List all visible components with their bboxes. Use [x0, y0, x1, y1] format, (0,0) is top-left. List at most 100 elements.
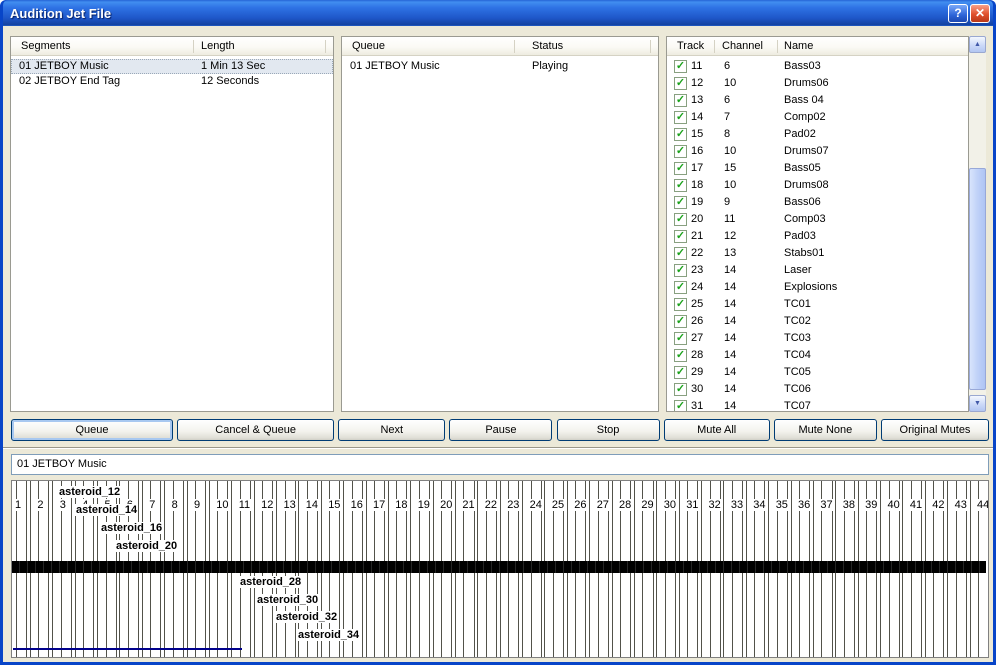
next-button[interactable]: Next [338, 419, 445, 441]
track-column-header[interactable]: Track [677, 40, 704, 52]
track-mute-checkbox[interactable]: ✓ [674, 213, 687, 226]
track-row[interactable]: ✓158Pad02 [667, 126, 968, 143]
measure-number: 28 [618, 499, 632, 511]
track-mute-checkbox[interactable]: ✓ [674, 349, 687, 362]
measure-number: 38 [842, 499, 856, 511]
cancel-queue-button[interactable]: Cancel & Queue [177, 419, 334, 441]
track-number: 23 [691, 262, 703, 279]
segment-row[interactable]: 02 JETBOY End Tag12 Seconds [11, 74, 333, 89]
track-row[interactable]: ✓2112Pad03 [667, 228, 968, 245]
original-mutes-button[interactable]: Original Mutes [881, 419, 989, 441]
track-row[interactable]: ✓2514TC01 [667, 296, 968, 313]
track-mute-checkbox[interactable]: ✓ [674, 60, 687, 73]
status-column-header[interactable]: Status [532, 40, 563, 52]
segment-row[interactable]: 01 JETBOY Music1 Min 13 Sec [11, 59, 333, 74]
measure-number: 16 [350, 499, 364, 511]
track-row[interactable]: ✓2814TC04 [667, 347, 968, 364]
track-mute-checkbox[interactable]: ✓ [674, 383, 687, 396]
close-button[interactable]: ✕ [970, 4, 990, 23]
track-mute-checkbox[interactable]: ✓ [674, 332, 687, 345]
measure-number: 17 [372, 499, 386, 511]
track-row[interactable]: ✓147Comp02 [667, 109, 968, 126]
measure-number: 34 [752, 499, 766, 511]
track-number: 11 [691, 58, 702, 75]
track-row[interactable]: ✓199Bass06 [667, 194, 968, 211]
header-separator [193, 40, 194, 53]
segments-panel-header: Segments Length [11, 37, 333, 56]
queue-button[interactable]: Queue [11, 419, 173, 441]
track-mute-checkbox[interactable]: ✓ [674, 111, 687, 124]
track-mute-checkbox[interactable]: ✓ [674, 162, 687, 175]
scrollbar-thumb[interactable] [969, 168, 986, 390]
track-mute-checkbox[interactable]: ✓ [674, 179, 687, 192]
track-channel: 10 [724, 143, 736, 160]
track-number: 31 [691, 398, 703, 411]
track-mute-checkbox[interactable]: ✓ [674, 366, 687, 379]
track-row[interactable]: ✓3114TC07 [667, 398, 968, 411]
track-row[interactable]: ✓1210Drums06 [667, 75, 968, 92]
track-row[interactable]: ✓116Bass03 [667, 58, 968, 75]
track-mute-checkbox[interactable]: ✓ [674, 196, 687, 209]
queue-list: 01 JETBOY MusicPlaying [342, 57, 658, 411]
track-row[interactable]: ✓1715Bass05 [667, 160, 968, 177]
track-row[interactable]: ✓3014TC06 [667, 381, 968, 398]
measure-number: 36 [797, 499, 811, 511]
track-row[interactable]: ✓2914TC05 [667, 364, 968, 381]
track-row[interactable]: ✓2011Comp03 [667, 211, 968, 228]
measure-number: 41 [909, 499, 923, 511]
length-column-header[interactable]: Length [201, 40, 235, 52]
mute-none-button[interactable]: Mute None [774, 419, 877, 441]
track-row[interactable]: ✓136Bass 04 [667, 92, 968, 109]
window-title: Audition Jet File [3, 6, 111, 21]
current-segment-text: 01 JETBOY Music [17, 458, 107, 470]
measure-number: 15 [327, 499, 341, 511]
track-row[interactable]: ✓2714TC03 [667, 330, 968, 347]
mute-all-button[interactable]: Mute All [664, 419, 770, 441]
scrollbar-track[interactable] [969, 53, 986, 395]
track-mute-checkbox[interactable]: ✓ [674, 145, 687, 158]
track-mute-checkbox[interactable]: ✓ [674, 281, 687, 294]
track-mute-checkbox[interactable]: ✓ [674, 77, 687, 90]
stop-button[interactable]: Stop [557, 419, 660, 441]
track-number: 16 [691, 143, 703, 160]
tracks-panel: Track Channel Name ✓116Bass03✓1210Drums0… [666, 36, 969, 412]
track-row[interactable]: ✓1810Drums08 [667, 177, 968, 194]
track-mute-checkbox[interactable]: ✓ [674, 400, 687, 411]
queue-row[interactable]: 01 JETBOY MusicPlaying [342, 59, 658, 74]
tracks-scrollbar[interactable]: ▲ ▼ [969, 36, 986, 412]
track-number: 17 [691, 160, 703, 177]
name-column-header[interactable]: Name [784, 40, 813, 52]
track-row[interactable]: ✓2614TC02 [667, 313, 968, 330]
measure-number: 29 [640, 499, 654, 511]
track-row[interactable]: ✓2213Stabs01 [667, 245, 968, 262]
scrollbar-up-arrow-icon[interactable]: ▲ [969, 36, 986, 53]
channel-column-header[interactable]: Channel [722, 40, 763, 52]
track-row[interactable]: ✓2414Explosions [667, 279, 968, 296]
audition-jet-file-window: Audition Jet File ? ✕ Segments Length 01… [0, 0, 996, 665]
timeline-event-label: asteroid_28 [239, 576, 302, 588]
track-mute-checkbox[interactable]: ✓ [674, 94, 687, 107]
titlebar[interactable]: Audition Jet File ? ✕ [3, 0, 993, 26]
track-channel: 14 [724, 313, 736, 330]
timeline-event-label: asteroid_20 [115, 540, 178, 552]
segments-column-header[interactable]: Segments [21, 40, 71, 52]
track-mute-checkbox[interactable]: ✓ [674, 128, 687, 141]
queue-column-header[interactable]: Queue [352, 40, 385, 52]
measure-number: 10 [215, 499, 229, 511]
track-mute-checkbox[interactable]: ✓ [674, 230, 687, 243]
track-mute-checkbox[interactable]: ✓ [674, 315, 687, 328]
track-channel: 13 [724, 245, 736, 262]
help-button[interactable]: ? [948, 4, 968, 23]
scrollbar-down-arrow-icon[interactable]: ▼ [969, 395, 986, 412]
current-segment-field[interactable]: 01 JETBOY Music [11, 454, 989, 475]
track-name: Bass 04 [784, 92, 824, 109]
timeline[interactable]: 1234567891011121314151617181920212223242… [11, 480, 989, 658]
track-row[interactable]: ✓2314Laser [667, 262, 968, 279]
track-mute-checkbox[interactable]: ✓ [674, 247, 687, 260]
track-mute-checkbox[interactable]: ✓ [674, 298, 687, 311]
track-name: Stabs01 [784, 245, 824, 262]
pause-button[interactable]: Pause [449, 419, 552, 441]
track-mute-checkbox[interactable]: ✓ [674, 264, 687, 277]
track-row[interactable]: ✓1610Drums07 [667, 143, 968, 160]
measure-number: 27 [596, 499, 610, 511]
